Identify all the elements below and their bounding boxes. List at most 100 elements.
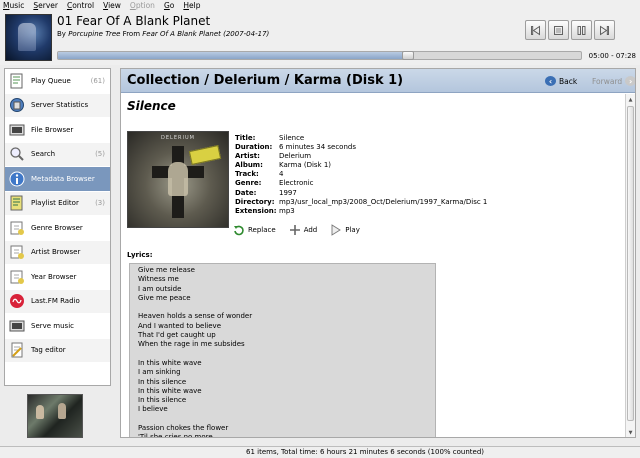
- lyrics-line: [138, 415, 427, 424]
- back-button[interactable]: ‹ Back: [545, 76, 577, 86]
- now-playing-cover: [5, 14, 52, 61]
- sidebar-item-metadata-browser[interactable]: Metadata Browser: [5, 167, 110, 192]
- breadcrumb-bar: Collection / Delerium / Karma (Disk 1) ‹…: [121, 69, 635, 93]
- add-label: Add: [303, 226, 318, 234]
- lyrics-line: I am outside: [138, 284, 182, 293]
- now-playing-artist: Porcupine Tree: [68, 30, 121, 38]
- back-arrow-icon: ‹: [545, 76, 556, 86]
- sidebar-item-last-fm-radio[interactable]: Last.FM Radio: [5, 289, 110, 314]
- menu-go[interactable]: Go: [164, 1, 174, 10]
- play-button[interactable]: Play: [330, 224, 360, 236]
- metadata-value: mp3/usr_local_mp3/2008_Oct/Delerium/1997…: [279, 197, 488, 206]
- metadata-key: Title:: [235, 134, 256, 142]
- back-label: Back: [559, 76, 578, 86]
- menu-mnemonic: G: [163, 1, 170, 10]
- menu-mnemonic: M: [3, 1, 10, 10]
- replace-button[interactable]: Replace: [233, 224, 276, 236]
- scrollbar-thumb[interactable]: [627, 106, 634, 421]
- artist-icon: [8, 243, 26, 261]
- lyrics-line: That I'd get caught up: [138, 331, 216, 340]
- lyrics-box[interactable]: Give me release Witness me I am outside Giv…: [129, 263, 436, 438]
- status-text: 61 items, Total time: 6 hours 21 minutes…: [246, 448, 485, 456]
- sidebar-item-playlist-editor[interactable]: Playlist Editor (3): [5, 191, 110, 216]
- seek-bar-fill: [58, 52, 408, 59]
- sidebar-item-count: (61): [90, 76, 105, 85]
- sidebar-item-label: Last.FM Radio: [31, 297, 80, 306]
- sidebar-item-genre-browser[interactable]: Genre Browser: [5, 216, 110, 241]
- forward-label: Forward: [592, 76, 623, 86]
- now-playing-album: Fear Of A Blank Planet (2007-04-17): [142, 30, 270, 38]
- song-metadata: Title: Silence Duration: 6 minutes 34 secon…: [235, 134, 487, 216]
- metadata-panel: Collection / Delerium / Karma (Disk 1) ‹…: [120, 68, 636, 438]
- menu-help[interactable]: Help: [183, 1, 200, 10]
- sidebar-item-year-browser[interactable]: Year Browser: [5, 265, 110, 290]
- now-playing-header: 01 Fear Of A Blank Planet By Porcupine T…: [0, 11, 640, 65]
- sidebar-item-tag-editor[interactable]: Tag editor: [5, 338, 110, 363]
- add-icon: [289, 224, 301, 236]
- metadata-key: Date:: [235, 188, 257, 197]
- sidebar-item-search[interactable]: Search (5): [5, 142, 110, 167]
- seek-bar[interactable]: [57, 51, 582, 60]
- stop-icon: [554, 25, 563, 35]
- sidebar-item-label: Genre Browser: [31, 223, 83, 232]
- menu-music[interactable]: Music: [3, 1, 24, 10]
- metadata-key: Duration:: [235, 143, 273, 152]
- sidebar-item-label: Play Queue: [31, 76, 71, 85]
- add-button[interactable]: Add: [289, 224, 318, 236]
- now-playing-meta: By Porcupine Tree From Fear Of A Blank P…: [57, 30, 269, 38]
- pause-button[interactable]: [571, 20, 592, 40]
- metadata-value: Karma (Disk 1): [279, 161, 332, 170]
- menu-view[interactable]: View: [103, 1, 121, 10]
- lyrics-line: In this white wave: [138, 358, 202, 367]
- metadata-value: 4: [279, 170, 284, 179]
- lyrics-line: Give me peace: [138, 293, 191, 302]
- metadata-key: Extension:: [235, 206, 277, 215]
- sidebar-item-label: Year Browser: [31, 272, 77, 281]
- lyrics-line: In this silence: [138, 396, 187, 405]
- metadata-value: 1997: [279, 188, 297, 197]
- sidebar-item-label: Tag editor: [31, 346, 66, 355]
- sidebar-artist-image: [27, 394, 83, 438]
- menu-control[interactable]: Control: [67, 1, 94, 10]
- sidebar-item-label: File Browser: [31, 125, 74, 134]
- sidebar-item-play-queue[interactable]: Play Queue (61): [5, 69, 110, 94]
- replace-icon: [233, 224, 245, 236]
- metadata-row: Track: 4: [235, 170, 487, 179]
- sidebar-item-file-browser[interactable]: File Browser: [5, 118, 110, 143]
- playback-controls: [525, 20, 615, 40]
- lyrics-line: [138, 303, 427, 312]
- forward-arrow-icon: ›: [625, 76, 635, 86]
- sidebar-item-artist-browser[interactable]: Artist Browser: [5, 240, 110, 265]
- metadata-row: Genre: Electronic: [235, 179, 487, 188]
- lyrics-line: When the rage in me subsides: [138, 340, 245, 349]
- sidebar-item-label: Server Statistics: [31, 101, 89, 110]
- vertical-scrollbar[interactable]: ▲ ▼: [625, 94, 635, 437]
- serve-icon: [8, 317, 26, 335]
- metadata-key: Directory:: [235, 197, 275, 206]
- replace-label: Replace: [248, 226, 276, 234]
- forward-button[interactable]: Forward ›: [592, 76, 635, 86]
- play-label: Play: [345, 226, 360, 234]
- metadata-value: Silence: [279, 134, 305, 142]
- lyrics-line: Give me release: [138, 266, 195, 274]
- lyrics-line: 'Til she cries no more: [138, 433, 213, 438]
- seek-bar-handle[interactable]: [401, 51, 414, 60]
- playback-time: 05:00 - 07:28: [588, 52, 636, 60]
- lyrics-line: [138, 350, 427, 359]
- previous-button[interactable]: [525, 20, 546, 40]
- lyrics-line: Witness me: [138, 275, 179, 284]
- sidebar-item-server-statistics[interactable]: Server Statistics: [5, 93, 110, 118]
- metadata-key: Track:: [235, 170, 259, 179]
- next-button[interactable]: [594, 20, 615, 40]
- playlist-icon: [8, 72, 26, 90]
- menu-mnemonic: S: [33, 1, 39, 10]
- sidebar-item-serve-music[interactable]: Serve music: [5, 314, 110, 339]
- lyrics-line: In this white wave: [138, 386, 202, 395]
- menu-server[interactable]: Server: [33, 1, 58, 10]
- stop-button[interactable]: [548, 20, 569, 40]
- sidebar-item-count: (5): [95, 150, 105, 159]
- metadata-value: Delerium: [279, 152, 312, 161]
- scroll-down-icon[interactable]: ▼: [626, 428, 635, 437]
- lyrics-line: I believe: [138, 405, 168, 414]
- scroll-up-icon[interactable]: ▲: [626, 95, 635, 104]
